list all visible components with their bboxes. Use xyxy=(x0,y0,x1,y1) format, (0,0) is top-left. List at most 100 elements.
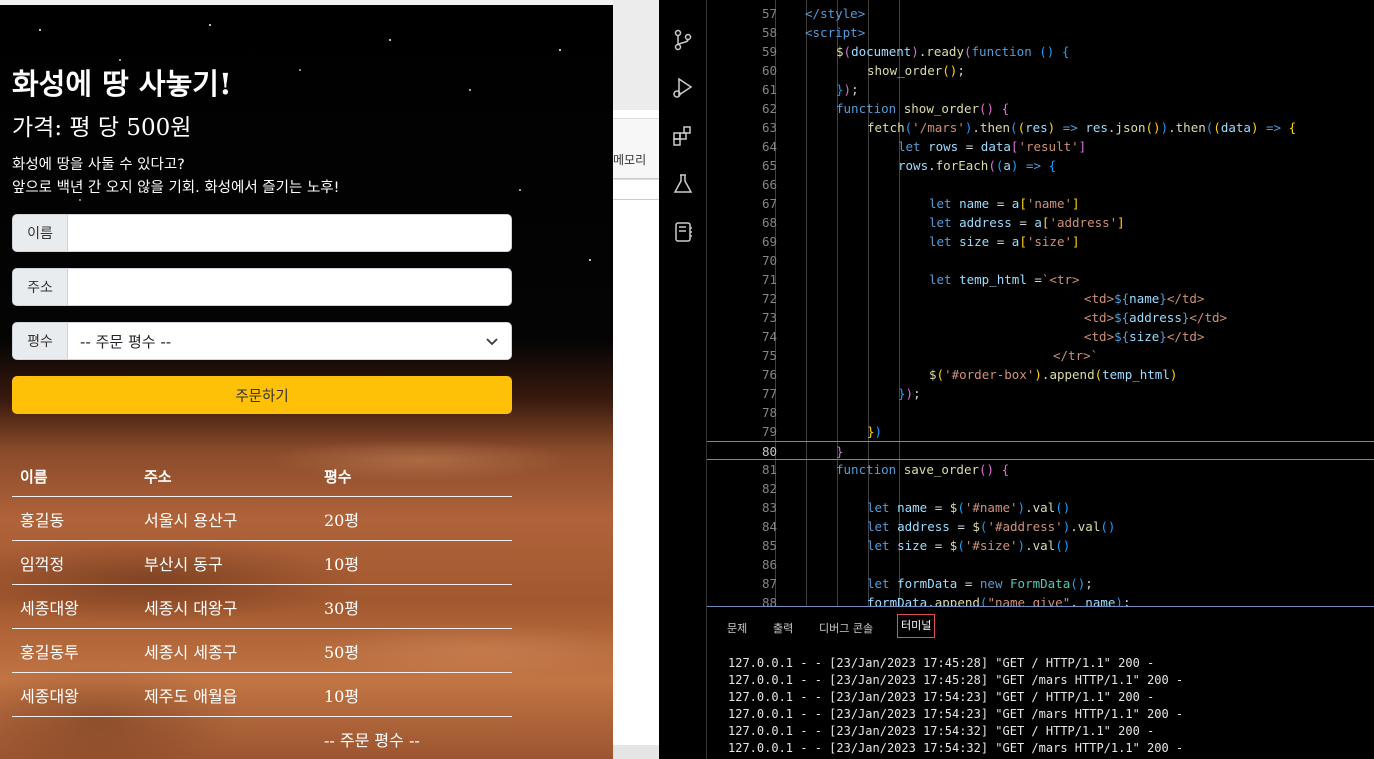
code-token: name xyxy=(959,196,990,211)
code-line: 68 let address = a['address'] xyxy=(707,213,1374,232)
code-token: ( xyxy=(843,44,852,59)
page-title: 화성에 땅 사놓기! xyxy=(12,67,232,101)
code-text: let rows = data['result'] xyxy=(898,137,1086,156)
code-line: 60 show_order(); xyxy=(707,61,1374,80)
code-token: ; xyxy=(851,82,859,97)
code-text: let address = $('#address').val() xyxy=(867,517,1115,536)
code-token: ${ xyxy=(1114,329,1130,344)
code-token: let xyxy=(898,139,921,154)
code-token: ( xyxy=(1094,367,1103,382)
code-token: = xyxy=(1026,272,1042,287)
size-select[interactable]: -- 주문 평수 -- xyxy=(68,323,511,359)
code-token: . xyxy=(928,158,936,173)
line-number: 70 xyxy=(761,253,777,268)
code-text: }); xyxy=(836,80,859,99)
code-token: json xyxy=(1115,120,1146,135)
tab-problems[interactable]: 문제 xyxy=(727,618,747,640)
code-token: { xyxy=(1048,158,1057,173)
name-input[interactable] xyxy=(68,215,511,251)
address-label: 주소 xyxy=(13,269,68,305)
source-control-icon[interactable] xyxy=(671,28,695,52)
code-token: } xyxy=(867,424,875,439)
code-token: <td> xyxy=(1084,291,1115,306)
code-token: => xyxy=(1055,120,1086,135)
code-token: { xyxy=(1001,101,1010,116)
size-label: 평수 xyxy=(13,323,68,359)
cell-name: 홍길동투 xyxy=(12,628,136,673)
testing-icon[interactable] xyxy=(671,172,695,196)
code-token: data xyxy=(1220,120,1251,135)
code-token: temp_html xyxy=(959,272,1027,287)
code-token: ${ xyxy=(1114,291,1130,306)
code-token: val xyxy=(1077,519,1101,534)
code-token: , xyxy=(1070,595,1086,606)
cell-size: 30평 xyxy=(316,584,512,629)
cell-name: 홍길동 xyxy=(12,496,136,541)
tab-terminal[interactable]: 터미널 xyxy=(897,614,936,638)
code-token: size xyxy=(897,538,928,553)
line-number: 62 xyxy=(761,101,777,116)
code-token: let xyxy=(867,500,890,515)
code-line: 81 function save_order() { xyxy=(707,460,1374,479)
line-number: 75 xyxy=(761,348,777,363)
code-token: ] xyxy=(1117,215,1125,230)
line-number: 87 xyxy=(761,576,777,591)
code-token: ( xyxy=(963,44,972,59)
code-token: function xyxy=(971,44,1032,59)
tab-debug-console[interactable]: 디버그 콘솔 xyxy=(819,618,873,640)
line-number: 80 xyxy=(761,444,777,459)
tab-output[interactable]: 출력 xyxy=(773,618,793,640)
size-field-group: 평수 -- 주문 평수 -- xyxy=(12,322,512,360)
code-token: ) xyxy=(1115,595,1123,606)
cell-address: 부산시 동구 xyxy=(136,540,316,585)
code-token: ${ xyxy=(1114,310,1130,325)
code-text: rows.forEach((a) => { xyxy=(898,156,1056,175)
notebook-icon[interactable] xyxy=(671,220,695,244)
code-token: = xyxy=(989,196,1012,211)
code-line: 59 $(document).ready(function () { xyxy=(707,42,1374,61)
code-token: = xyxy=(958,139,981,154)
code-token: . xyxy=(1025,500,1033,515)
code-text: $(document).ready(function () { xyxy=(836,42,1069,61)
code-token: address xyxy=(1129,310,1182,325)
background-window-toolbar xyxy=(613,0,659,110)
code-token: $ xyxy=(972,519,980,534)
order-button[interactable]: 주문하기 xyxy=(12,376,512,414)
code-token: formData xyxy=(867,595,928,606)
code-token: rows xyxy=(928,139,959,154)
line-number: 65 xyxy=(761,158,777,173)
address-input[interactable] xyxy=(68,269,511,305)
code-token: `<tr> xyxy=(1041,272,1080,287)
code-editor[interactable]: 57 </style> 58 <script> 59 $(document).ready(… xyxy=(707,0,1374,606)
code-token: '/mars' xyxy=(912,120,965,135)
code-token: . xyxy=(1168,120,1176,135)
code-line: 69 let size = a['size'] xyxy=(707,232,1374,251)
line-number: 59 xyxy=(761,44,777,59)
code-token: data xyxy=(980,139,1011,154)
extensions-icon[interactable] xyxy=(671,124,695,148)
line-number: 76 xyxy=(761,367,777,382)
code-token: append xyxy=(1049,367,1095,382)
code-token: forEach xyxy=(935,158,989,173)
code-line: 74 <td>${size}</td> xyxy=(707,327,1374,346)
run-debug-icon[interactable] xyxy=(671,76,695,100)
code-line: 63 fetch('/mars').then((res) => res.json(… xyxy=(707,118,1374,137)
background-window: 메모리 xyxy=(613,0,659,759)
code-line: 72 <td>${name}</td> xyxy=(707,289,1374,308)
address-field-group: 주소 xyxy=(12,268,512,306)
code-token: 'size' xyxy=(1026,234,1073,249)
code-token: then xyxy=(1175,120,1206,135)
cell-address: 세종시 세종구 xyxy=(136,628,316,673)
code-token: script xyxy=(812,25,858,40)
code-token: a xyxy=(1003,158,1011,173)
table-header-row: 이름 주소 평수 xyxy=(12,456,512,497)
code-token: () xyxy=(1145,120,1161,135)
code-token: name xyxy=(1129,291,1160,306)
code-text: }) xyxy=(867,422,882,441)
code-token: ; xyxy=(1085,576,1093,591)
code-token: () xyxy=(1055,500,1071,515)
